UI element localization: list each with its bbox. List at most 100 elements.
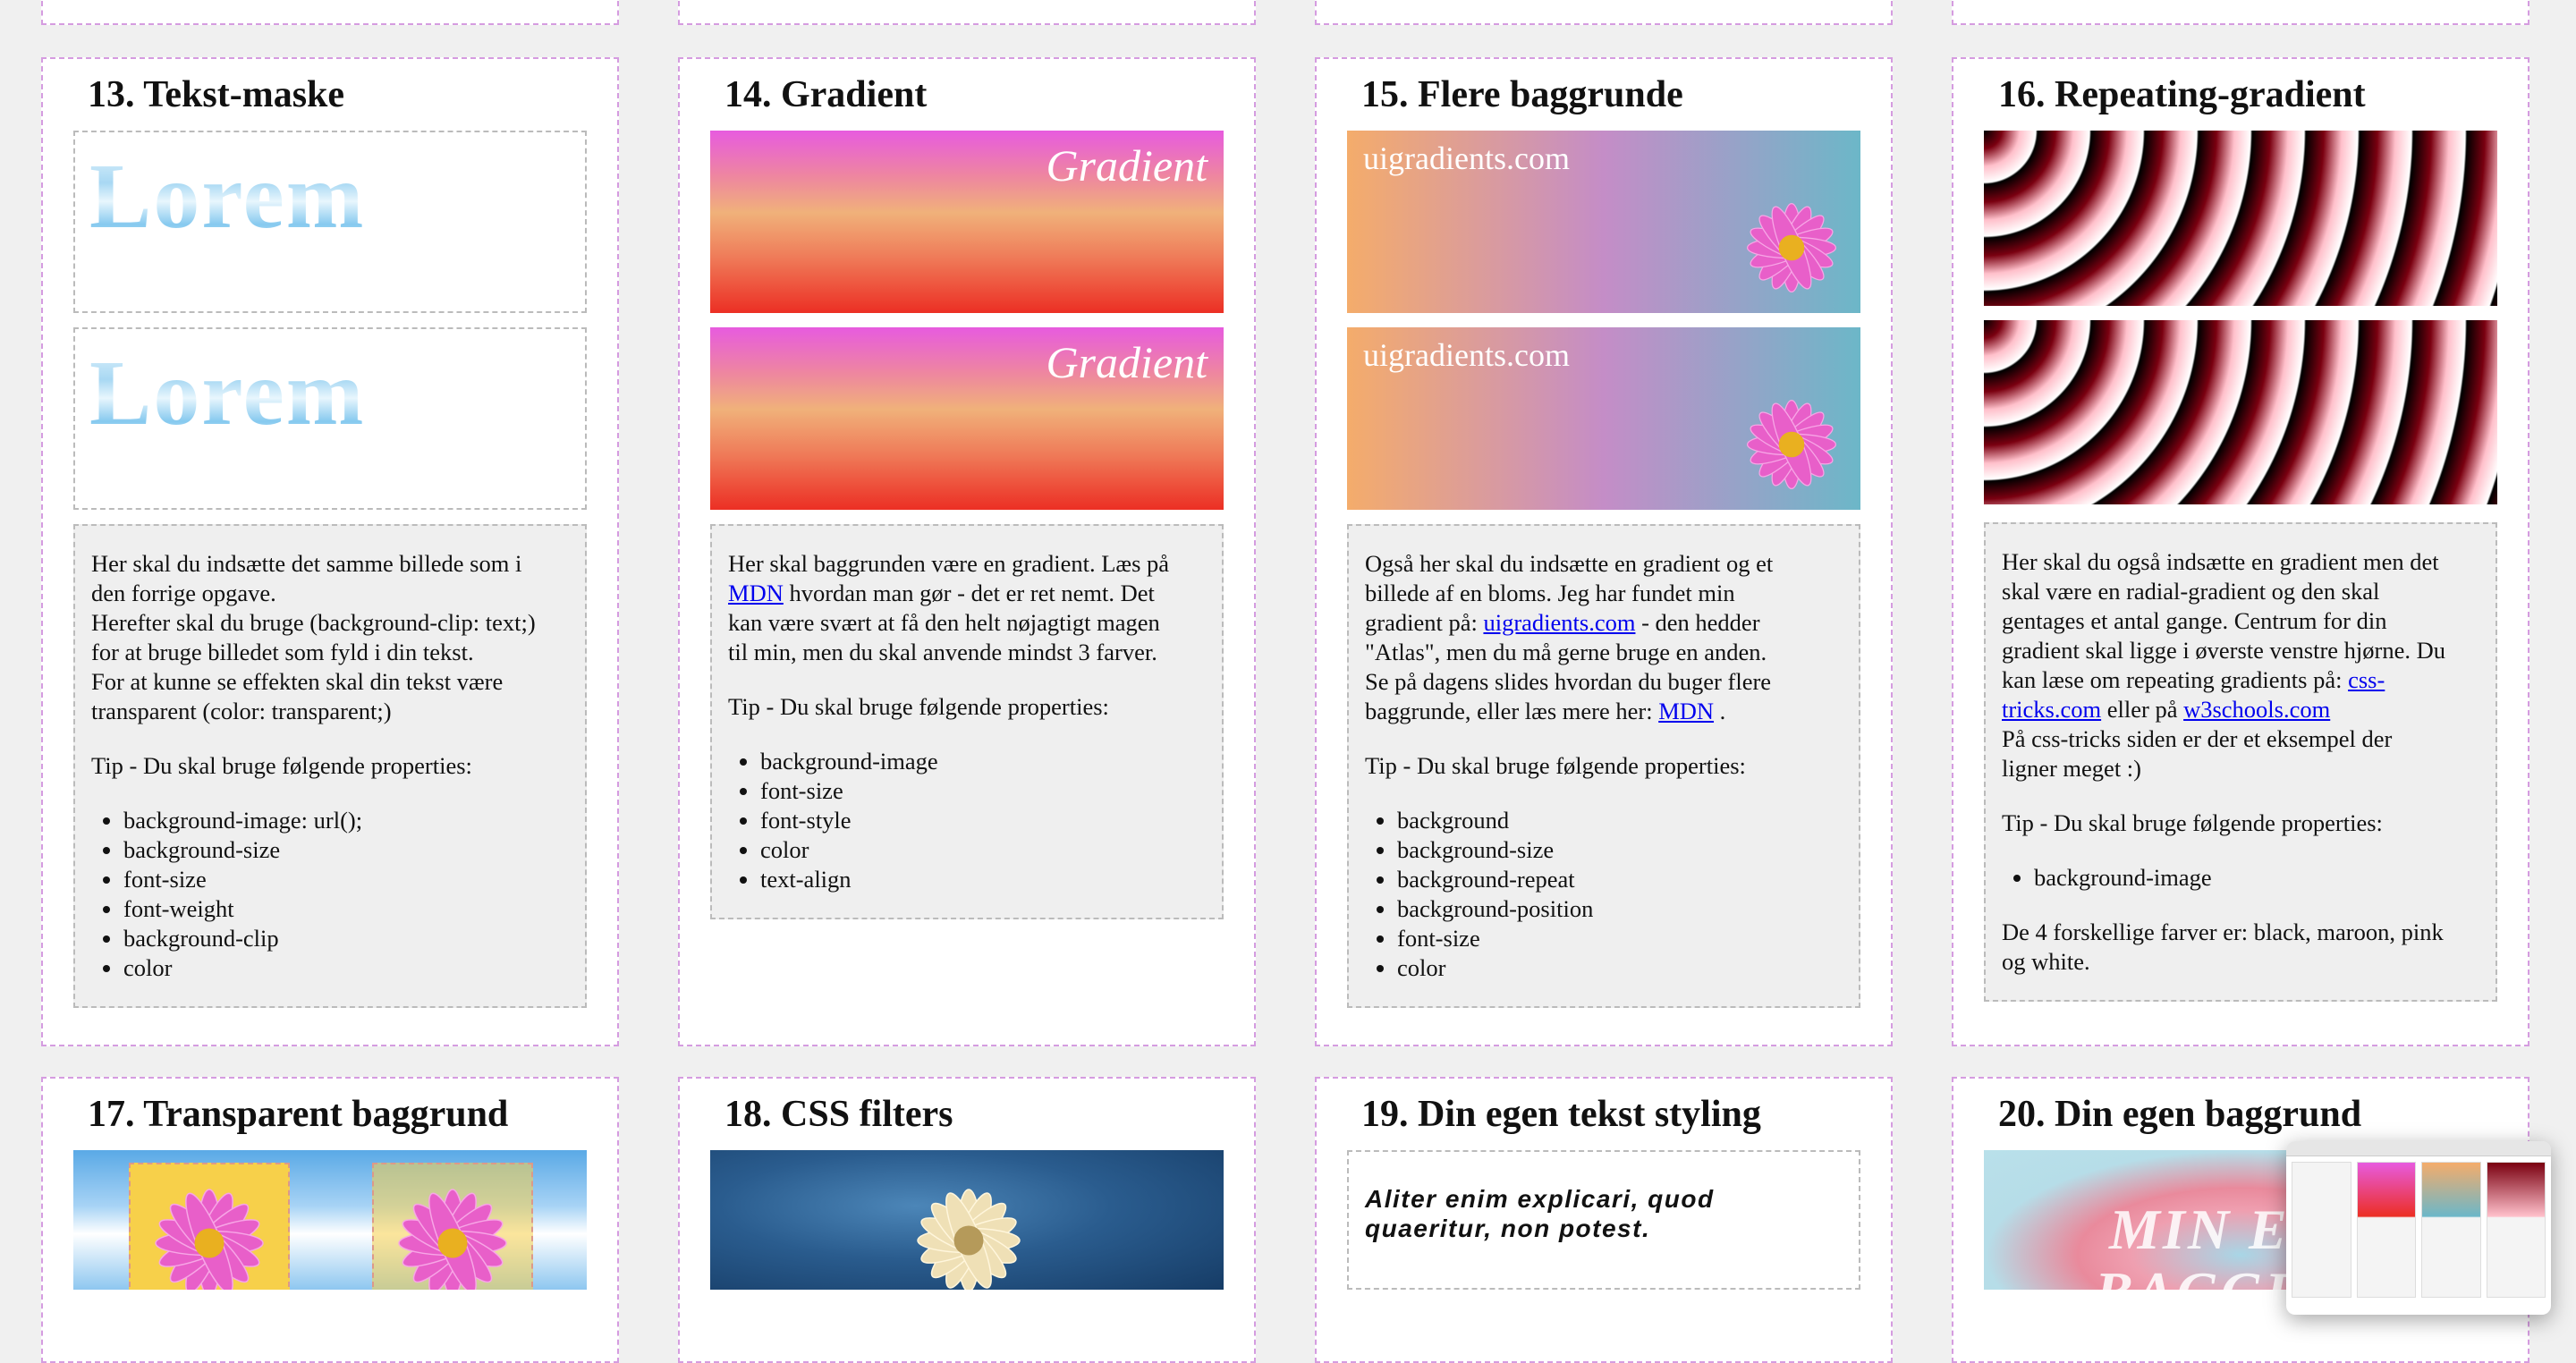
- flower-icon: [398, 1189, 507, 1290]
- gradient-label: Gradient: [1046, 337, 1208, 387]
- gradient-preview-1: Gradient: [710, 131, 1224, 313]
- flower-icon: [1746, 399, 1837, 490]
- thumbnail-titlebar: [2286, 1141, 2551, 1156]
- text: kan læse om repeating gradients på:: [2002, 666, 2349, 693]
- card-13-text-mask: 13. Tekst-maske Lorem Lorem Her skal du …: [41, 57, 619, 1046]
- instruction-line: Se på dagens slides hvordan du buger fle…: [1365, 668, 1772, 695]
- flower-square-opaque: [129, 1163, 290, 1290]
- property-item: font-style: [760, 806, 1206, 835]
- text: hvordan man gør - det er ret nemt. Det: [783, 580, 1155, 606]
- gradient-label: Gradient: [1046, 140, 1208, 190]
- card-stub-11: [1315, 0, 1893, 25]
- mdn-link[interactable]: MDN: [728, 580, 784, 606]
- card-title: 20. Din egen baggrund: [1998, 1094, 2362, 1135]
- instruction-line: Herefter skal du bruge (background-clip:…: [91, 609, 536, 636]
- card-title: 14. Gradient: [724, 74, 928, 115]
- card-19-own-text-styling: 19. Din egen tekst styling Aliter enim e…: [1315, 1077, 1893, 1363]
- instruction-line: kan være svært at få den helt nøjagtigt …: [728, 609, 1160, 636]
- instructions-panel: Her skal du også indsætte en gradient me…: [1984, 522, 2497, 1002]
- screenshot-thumbnail[interactable]: [2286, 1141, 2551, 1315]
- property-item: background-position: [1397, 894, 1843, 924]
- repeating-gradient-preview-1: [1984, 131, 2497, 306]
- instruction-line: for at bruge billedet som fyld i din tek…: [91, 639, 474, 665]
- instruction-line: til min, men du skal anvende mindst 3 fa…: [728, 639, 1157, 665]
- card-stub-12: [1952, 0, 2529, 25]
- tip-text: Tip - Du skal bruge følgende properties:: [2002, 809, 2383, 836]
- instruction-line: gradient skal ligge i øverste venstre hj…: [2002, 637, 2445, 664]
- flower-icon: [1746, 202, 1837, 293]
- card-16-repeating-gradient: 16. Repeating-gradient Her skal du også …: [1952, 57, 2529, 1046]
- masked-text: Lorem: [89, 145, 366, 248]
- property-item: font-weight: [123, 894, 569, 924]
- property-item: background-size: [1397, 835, 1843, 865]
- preview-label: uigradients.com: [1363, 337, 1570, 373]
- filter-preview: [710, 1150, 1224, 1290]
- instruction-line: gradient på: uigradients.com - den hedde…: [1365, 608, 1843, 638]
- instruction-line: billede af en bloms. Jeg har fundet min: [1365, 580, 1735, 606]
- instruction-line: baggrunde, eller læs mere her: MDN .: [1365, 697, 1843, 726]
- text: eller på: [2101, 696, 2184, 723]
- thumbnail-column: [2421, 1162, 2481, 1298]
- gradient-preview-2: Gradient: [710, 327, 1224, 510]
- sample-text: Aliter enim explicari, quod quaeritur, n…: [1365, 1184, 1715, 1243]
- css-tricks-link[interactable]: tricks.com: [2002, 696, 2101, 723]
- mdn-link[interactable]: MDN: [1658, 698, 1714, 724]
- tip-text: Tip - Du skal bruge følgende properties:: [1365, 752, 1746, 779]
- card-18-css-filters: 18. CSS filters: [678, 1077, 1256, 1363]
- property-item: color: [760, 835, 1206, 865]
- card-stub-9: [41, 0, 619, 25]
- flower-icon: [917, 1189, 1021, 1290]
- thumbnail-column: [2356, 1162, 2416, 1298]
- instruction-line: den forrige opgave.: [91, 580, 276, 606]
- instruction-line: kan læse om repeating gradients på: css-: [2002, 665, 2479, 695]
- transparent-preview: [73, 1150, 587, 1290]
- instruction-line: gentages et antal gange. Centrum for din: [2002, 607, 2387, 634]
- property-item: background-size: [123, 835, 569, 865]
- thumbnail-column: [2292, 1162, 2351, 1298]
- instruction-line: skal være en radial-gradient og den skal: [2002, 578, 2380, 605]
- text: baggrunde, eller læs mere her:: [1365, 698, 1659, 724]
- w3schools-link[interactable]: w3schools.com: [2183, 696, 2330, 723]
- instruction-line: Også her skal du indsætte en gradient og…: [1365, 550, 1774, 577]
- card-title: 18. CSS filters: [724, 1094, 953, 1135]
- text-mask-preview-2: Lorem: [73, 327, 587, 510]
- thumbnail-preview: [2286, 1156, 2551, 1303]
- instruction-line: Her skal baggrunden være en gradient. Læ…: [728, 549, 1206, 579]
- instruction-line: Her skal du også indsætte en gradient me…: [2002, 548, 2439, 575]
- instruction-line: og white.: [2002, 948, 2090, 975]
- multi-bg-preview-1: uigradients.com: [1347, 131, 1860, 313]
- instruction-line: Her skal du indsætte det samme billede s…: [91, 550, 522, 577]
- card-title: 13. Tekst-maske: [88, 74, 345, 115]
- text-styling-preview: Aliter enim explicari, quod quaeritur, n…: [1347, 1150, 1860, 1290]
- text-mask-preview-1: Lorem: [73, 131, 587, 313]
- property-item: background: [1397, 806, 1843, 835]
- property-list: background-image: [2002, 863, 2479, 893]
- flower-square-transparent: [372, 1163, 533, 1290]
- instruction-line: MDN hvordan man gør - det er ret nemt. D…: [728, 579, 1206, 608]
- card-15-multiple-backgrounds: 15. Flere baggrunde uigradients.com uigr…: [1315, 57, 1893, 1046]
- multi-bg-preview-2: uigradients.com: [1347, 327, 1860, 510]
- property-item: color: [123, 953, 569, 983]
- property-item: font-size: [760, 776, 1206, 806]
- instructions-panel: Også her skal du indsætte en gradient og…: [1347, 524, 1860, 1008]
- property-item: font-size: [123, 865, 569, 894]
- css-tricks-link[interactable]: css-: [2348, 666, 2385, 693]
- text: - den hedder: [1635, 609, 1760, 636]
- uigradients-link[interactable]: uigradients.com: [1483, 609, 1635, 636]
- property-item: font-size: [1397, 924, 1843, 953]
- property-list: background-image: url(); background-size…: [91, 806, 569, 983]
- preview-text: BAGGR: [2095, 1259, 2306, 1290]
- card-title: 16. Repeating-gradient: [1998, 74, 2366, 115]
- sample-line: quaeritur, non potest.: [1365, 1215, 1651, 1242]
- property-item: background-image: url();: [123, 806, 569, 835]
- property-item: background-image: [2034, 863, 2479, 893]
- instructions-panel: Her skal baggrunden være en gradient. Læ…: [710, 524, 1224, 919]
- property-list: background background-size background-re…: [1365, 806, 1843, 983]
- masked-text: Lorem: [89, 342, 366, 444]
- card-14-gradient: 14. Gradient Gradient Gradient Her skal …: [678, 57, 1256, 1046]
- instruction-line: tricks.com eller på w3schools.com: [2002, 695, 2479, 724]
- preview-label: uigradients.com: [1363, 140, 1570, 176]
- property-item: background-repeat: [1397, 865, 1843, 894]
- thumbnail-column: [2486, 1162, 2546, 1298]
- repeating-gradient-preview-2: [1984, 320, 2497, 504]
